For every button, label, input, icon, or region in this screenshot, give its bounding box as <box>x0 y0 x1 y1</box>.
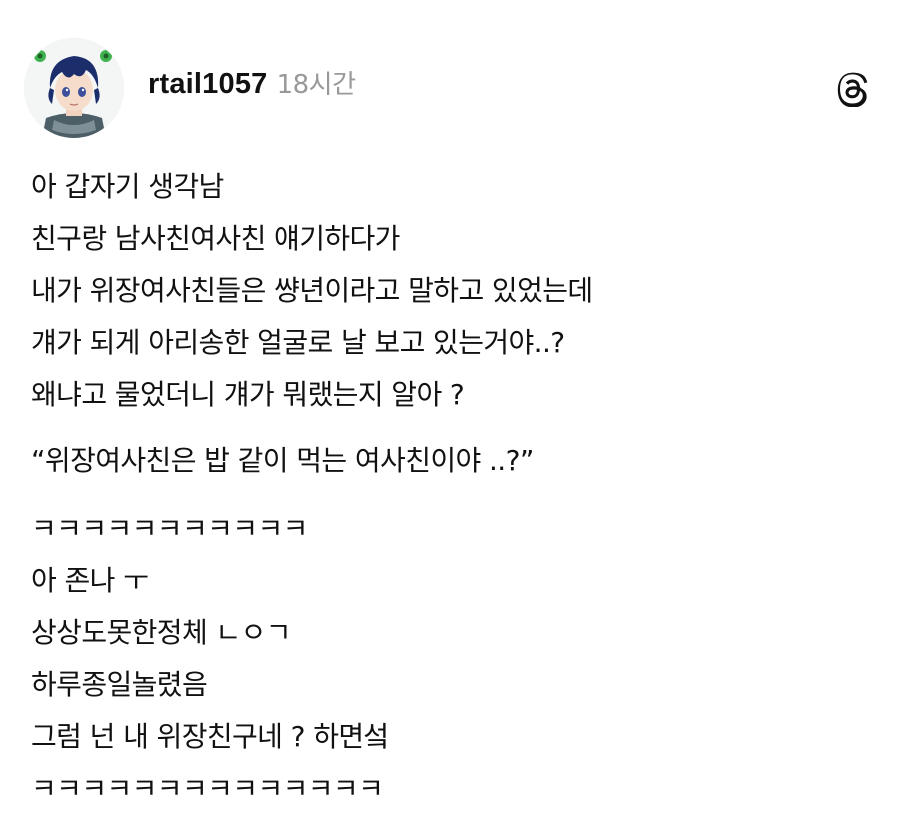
post-timestamp: 18시간 <box>276 70 356 100</box>
post-text-line: 왜냐고 물었더니 걔가 뭐랬는지 알아 ? <box>31 378 465 411</box>
post-text-line: 상상도못한정체 ㄴㅇㄱ <box>31 616 292 649</box>
avatar-image <box>24 38 124 138</box>
post-header: rtail1057 18시간 <box>24 38 876 138</box>
post-text-line: ㅋㅋㅋㅋㅋㅋㅋㅋㅋㅋㅋㅋㅋㅋ <box>31 772 384 805</box>
post-text-line: 내가 위장여사친들은 썅년이라고 말하고 있었는데 <box>31 274 593 307</box>
avatar[interactable] <box>24 38 124 138</box>
post-text-line: 걔가 되게 아리송한 얼굴로 날 보고 있는거야..? <box>31 326 565 359</box>
username-link[interactable]: rtail1057 <box>148 68 268 100</box>
post-meta: rtail1057 18시간 <box>148 70 356 99</box>
post-text-line: ㅋㅋㅋㅋㅋㅋㅋㅋㅋㅋㅋ <box>31 512 308 545</box>
post-quote-line: “위장여사친은 밥 같이 먹는 여사친이야 ..?” <box>31 444 534 477</box>
post-text-line: 하루종일놀렸음 <box>31 668 208 701</box>
post-text-line: 아 존나 ㅜ <box>31 564 149 597</box>
post-text-line: 아 갑자기 생각남 <box>31 170 224 203</box>
post-text-line: 친구랑 남사친여사친 얘기하다가 <box>31 222 400 255</box>
post-text-line: 그럼 넌 내 위장친구네 ? 하면섴 <box>31 720 389 753</box>
threads-logo-icon[interactable] <box>834 71 870 107</box>
post-body: 아 갑자기 생각남 친구랑 남사친여사친 얘기하다가 내가 위장여사친들은 썅년… <box>31 161 871 815</box>
